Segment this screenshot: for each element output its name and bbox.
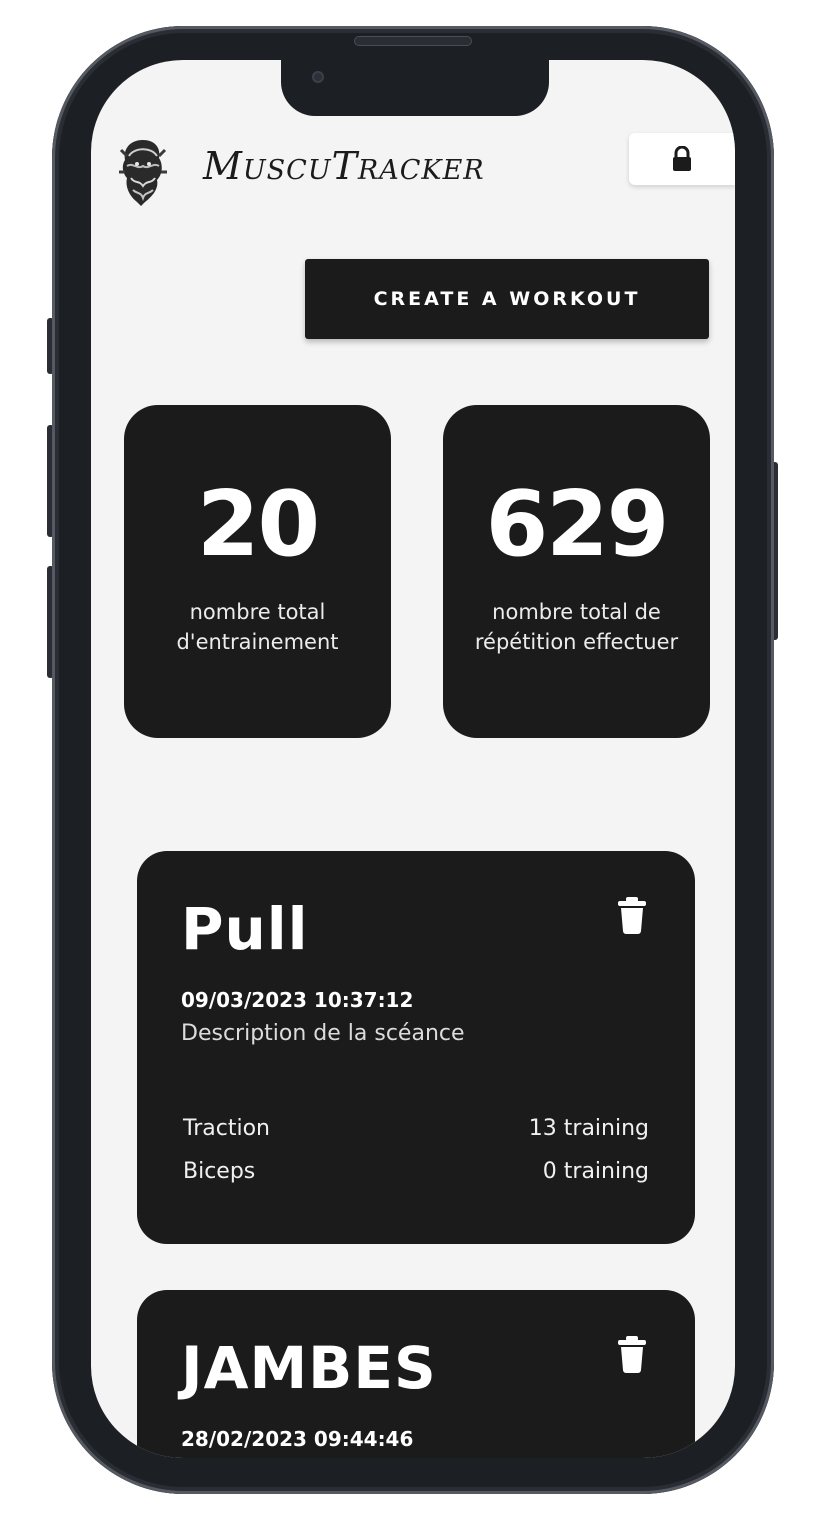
trash-icon[interactable] bbox=[617, 895, 647, 935]
workout-datetime: 09/03/2023 10:37:12 bbox=[181, 988, 414, 1012]
workout-card[interactable]: Pull 09/03/2023 10:37:12 Description de … bbox=[137, 851, 695, 1244]
stat-value: 629 bbox=[485, 472, 670, 577]
stat-card-total-workouts: 20 nombre total d'entrainement bbox=[124, 405, 391, 738]
front-camera bbox=[312, 71, 324, 83]
app-brand-title: MuscuTracker bbox=[203, 144, 485, 188]
workout-datetime: 28/02/2023 09:44:46 bbox=[181, 1427, 414, 1451]
app-screen: MuscuTracker CREATE A WORKOUT 20 nombre … bbox=[91, 60, 735, 1458]
stat-value: 20 bbox=[196, 472, 320, 577]
trash-icon[interactable] bbox=[617, 1334, 647, 1374]
lock-button[interactable] bbox=[629, 133, 735, 185]
workout-description: Description de la scéance bbox=[181, 1021, 465, 1046]
exercise-count: 0 training bbox=[542, 1159, 649, 1184]
exercise-row: Traction 13 training bbox=[183, 1116, 649, 1141]
workout-title: JAMBES bbox=[181, 1334, 437, 1402]
speaker-grille bbox=[354, 36, 472, 46]
workout-card[interactable]: JAMBES 28/02/2023 09:44:46 bbox=[137, 1290, 695, 1458]
exercise-row: Biceps 0 training bbox=[183, 1159, 649, 1184]
create-workout-button[interactable]: CREATE A WORKOUT bbox=[305, 259, 709, 339]
device-stage: MuscuTracker CREATE A WORKOUT 20 nombre … bbox=[0, 0, 825, 1517]
bearded-warrior-logo-icon bbox=[119, 140, 167, 206]
exercise-name: Biceps bbox=[183, 1159, 256, 1184]
exercise-name: Traction bbox=[183, 1116, 270, 1141]
stat-card-total-reps: 629 nombre total de répétition effectuer bbox=[443, 405, 710, 738]
lock-icon bbox=[673, 146, 691, 171]
workout-title: Pull bbox=[181, 895, 309, 963]
exercise-count: 13 training bbox=[528, 1116, 649, 1141]
stat-label: nombre total de répétition effectuer bbox=[474, 600, 679, 654]
stat-label: nombre total d'entrainement bbox=[176, 600, 339, 654]
notch bbox=[281, 60, 549, 116]
